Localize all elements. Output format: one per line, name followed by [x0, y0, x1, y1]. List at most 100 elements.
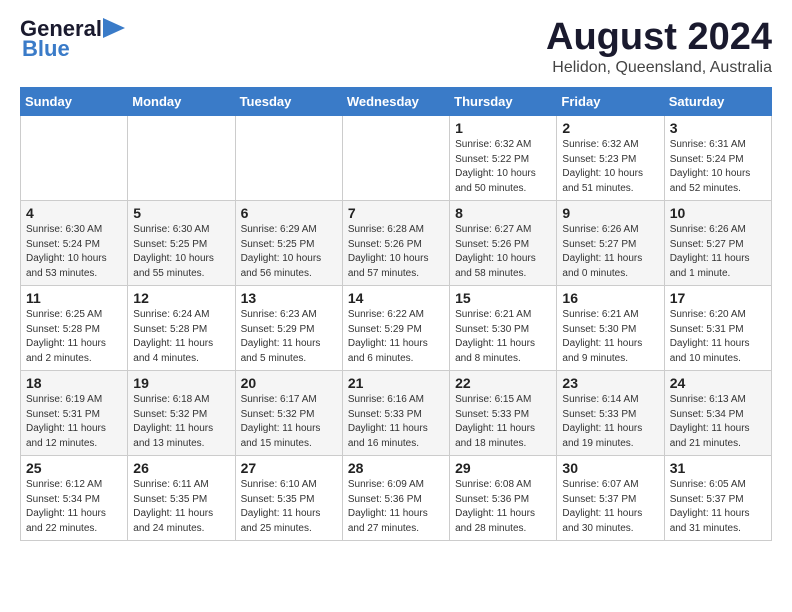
day-info: Sunrise: 6:08 AM Sunset: 5:36 PM Dayligh… — [455, 478, 551, 536]
day-info: Sunrise: 6:10 AM Sunset: 5:35 PM Dayligh… — [241, 478, 337, 536]
day-number: 17 — [670, 290, 766, 306]
page-header: General Blue August 2024 Helidon, Queens… — [20, 16, 772, 77]
calendar-cell: 3 Sunrise: 6:31 AM Sunset: 5:24 PM Daylig… — [664, 116, 771, 201]
day-info: Sunrise: 6:09 AM Sunset: 5:36 PM Dayligh… — [348, 478, 444, 536]
day-number: 8 — [455, 205, 551, 221]
calendar-cell: 25 Sunrise: 6:12 AM Sunset: 5:34 PM Dayli… — [21, 456, 128, 541]
day-info: Sunrise: 6:29 AM Sunset: 5:25 PM Dayligh… — [241, 223, 337, 281]
day-number: 13 — [241, 290, 337, 306]
weekday-header-wednesday: Wednesday — [342, 88, 449, 116]
day-number: 16 — [562, 290, 658, 306]
calendar-cell: 23Sunrise: 6:14 AM Sunset: 5:33 PM Dayli… — [557, 371, 664, 456]
day-number: 2 — [562, 120, 658, 136]
day-number: 27 — [241, 460, 337, 476]
calendar-cell: 24 Sunrise: 6:13 AM Sunset: 5:34 PM Dayli… — [664, 371, 771, 456]
day-info: Sunrise: 6:28 AM Sunset: 5:26 PM Dayligh… — [348, 223, 444, 281]
day-number: 6 — [241, 205, 337, 221]
calendar-cell: 17 Sunrise: 6:20 AM Sunset: 5:31 PM Dayli… — [664, 286, 771, 371]
day-info: Sunrise: 6:22 AM Sunset: 5:29 PM Dayligh… — [348, 308, 444, 366]
day-number: 23 — [562, 375, 658, 391]
day-info: Sunrise: 6:12 AM Sunset: 5:34 PM Dayligh… — [26, 478, 122, 536]
calendar-cell: 6 Sunrise: 6:29 AM Sunset: 5:25 PM Daylig… — [235, 201, 342, 286]
day-info: Sunrise: 6:25 AM Sunset: 5:28 PM Dayligh… — [26, 308, 122, 366]
day-number: 4 — [26, 205, 122, 221]
calendar-week-row: 25 Sunrise: 6:12 AM Sunset: 5:34 PM Dayli… — [21, 456, 772, 541]
day-number: 12 — [133, 290, 229, 306]
calendar-cell: 31Sunrise: 6:05 AM Sunset: 5:37 PM Dayli… — [664, 456, 771, 541]
day-info: Sunrise: 6:26 AM Sunset: 5:27 PM Dayligh… — [562, 223, 658, 281]
day-number: 9 — [562, 205, 658, 221]
day-info: Sunrise: 6:17 AM Sunset: 5:32 PM Dayligh… — [241, 393, 337, 451]
title-area: August 2024 Helidon, Queensland, Austral… — [546, 16, 772, 77]
day-number: 1 — [455, 120, 551, 136]
day-number: 7 — [348, 205, 444, 221]
day-number: 24 — [670, 375, 766, 391]
calendar-cell: 2 Sunrise: 6:32 AM Sunset: 5:23 PM Daylig… — [557, 116, 664, 201]
day-info: Sunrise: 6:19 AM Sunset: 5:31 PM Dayligh… — [26, 393, 122, 451]
weekday-header-friday: Friday — [557, 88, 664, 116]
day-info: Sunrise: 6:26 AM Sunset: 5:27 PM Dayligh… — [670, 223, 766, 281]
weekday-header-row: SundayMondayTuesdayWednesdayThursdayFrid… — [21, 88, 772, 116]
weekday-header-tuesday: Tuesday — [235, 88, 342, 116]
day-number: 30 — [562, 460, 658, 476]
day-info: Sunrise: 6:20 AM Sunset: 5:31 PM Dayligh… — [670, 308, 766, 366]
day-number: 25 — [26, 460, 122, 476]
calendar-cell: 12 Sunrise: 6:24 AM Sunset: 5:28 PM Dayli… — [128, 286, 235, 371]
calendar-cell — [235, 116, 342, 201]
calendar-cell: 13Sunrise: 6:23 AM Sunset: 5:29 PM Dayli… — [235, 286, 342, 371]
calendar-cell: 22Sunrise: 6:15 AM Sunset: 5:33 PM Dayli… — [450, 371, 557, 456]
calendar-table: SundayMondayTuesdayWednesdayThursdayFrid… — [20, 87, 772, 541]
calendar-cell: 16Sunrise: 6:21 AM Sunset: 5:30 PM Dayli… — [557, 286, 664, 371]
day-info: Sunrise: 6:07 AM Sunset: 5:37 PM Dayligh… — [562, 478, 658, 536]
day-number: 29 — [455, 460, 551, 476]
calendar-cell: 14 Sunrise: 6:22 AM Sunset: 5:29 PM Dayli… — [342, 286, 449, 371]
calendar-week-row: 18 Sunrise: 6:19 AM Sunset: 5:31 PM Dayli… — [21, 371, 772, 456]
day-info: Sunrise: 6:32 AM Sunset: 5:22 PM Dayligh… — [455, 138, 551, 196]
month-title: August 2024 — [546, 16, 772, 59]
calendar-cell: 29 Sunrise: 6:08 AM Sunset: 5:36 PM Dayli… — [450, 456, 557, 541]
weekday-header-sunday: Sunday — [21, 88, 128, 116]
calendar-cell: 7 Sunrise: 6:28 AM Sunset: 5:26 PM Daylig… — [342, 201, 449, 286]
calendar-week-row: 1 Sunrise: 6:32 AM Sunset: 5:22 PM Daylig… — [21, 116, 772, 201]
calendar-cell: 21Sunrise: 6:16 AM Sunset: 5:33 PM Dayli… — [342, 371, 449, 456]
day-info: Sunrise: 6:05 AM Sunset: 5:37 PM Dayligh… — [670, 478, 766, 536]
calendar-cell: 8Sunrise: 6:27 AM Sunset: 5:26 PM Daylig… — [450, 201, 557, 286]
day-number: 18 — [26, 375, 122, 391]
day-number: 21 — [348, 375, 444, 391]
calendar-cell: 30 Sunrise: 6:07 AM Sunset: 5:37 PM Dayli… — [557, 456, 664, 541]
day-info: Sunrise: 6:32 AM Sunset: 5:23 PM Dayligh… — [562, 138, 658, 196]
logo-blue: Blue — [22, 36, 70, 62]
day-info: Sunrise: 6:30 AM Sunset: 5:25 PM Dayligh… — [133, 223, 229, 281]
calendar-cell — [342, 116, 449, 201]
calendar-cell: 1 Sunrise: 6:32 AM Sunset: 5:22 PM Daylig… — [450, 116, 557, 201]
weekday-header-monday: Monday — [128, 88, 235, 116]
day-info: Sunrise: 6:13 AM Sunset: 5:34 PM Dayligh… — [670, 393, 766, 451]
day-number: 3 — [670, 120, 766, 136]
day-number: 28 — [348, 460, 444, 476]
calendar-cell: 27 Sunrise: 6:10 AM Sunset: 5:35 PM Dayli… — [235, 456, 342, 541]
calendar-cell — [128, 116, 235, 201]
day-number: 15 — [455, 290, 551, 306]
day-number: 5 — [133, 205, 229, 221]
calendar-cell: 10Sunrise: 6:26 AM Sunset: 5:27 PM Dayli… — [664, 201, 771, 286]
day-number: 11 — [26, 290, 122, 306]
logo: General Blue — [20, 16, 125, 62]
day-number: 14 — [348, 290, 444, 306]
calendar-cell: 15Sunrise: 6:21 AM Sunset: 5:30 PM Dayli… — [450, 286, 557, 371]
day-info: Sunrise: 6:24 AM Sunset: 5:28 PM Dayligh… — [133, 308, 229, 366]
calendar-cell: 5 Sunrise: 6:30 AM Sunset: 5:25 PM Daylig… — [128, 201, 235, 286]
calendar-cell: 19Sunrise: 6:18 AM Sunset: 5:32 PM Dayli… — [128, 371, 235, 456]
calendar-week-row: 4Sunrise: 6:30 AM Sunset: 5:24 PM Daylig… — [21, 201, 772, 286]
calendar-cell: 20 Sunrise: 6:17 AM Sunset: 5:32 PM Dayli… — [235, 371, 342, 456]
day-info: Sunrise: 6:11 AM Sunset: 5:35 PM Dayligh… — [133, 478, 229, 536]
day-number: 19 — [133, 375, 229, 391]
calendar-week-row: 11 Sunrise: 6:25 AM Sunset: 5:28 PM Dayli… — [21, 286, 772, 371]
logo-arrow-icon — [103, 18, 125, 38]
calendar-cell: 28 Sunrise: 6:09 AM Sunset: 5:36 PM Dayli… — [342, 456, 449, 541]
day-number: 20 — [241, 375, 337, 391]
calendar-cell: 18 Sunrise: 6:19 AM Sunset: 5:31 PM Dayli… — [21, 371, 128, 456]
calendar-cell: 9 Sunrise: 6:26 AM Sunset: 5:27 PM Daylig… — [557, 201, 664, 286]
calendar-cell — [21, 116, 128, 201]
day-info: Sunrise: 6:31 AM Sunset: 5:24 PM Dayligh… — [670, 138, 766, 196]
day-number: 22 — [455, 375, 551, 391]
